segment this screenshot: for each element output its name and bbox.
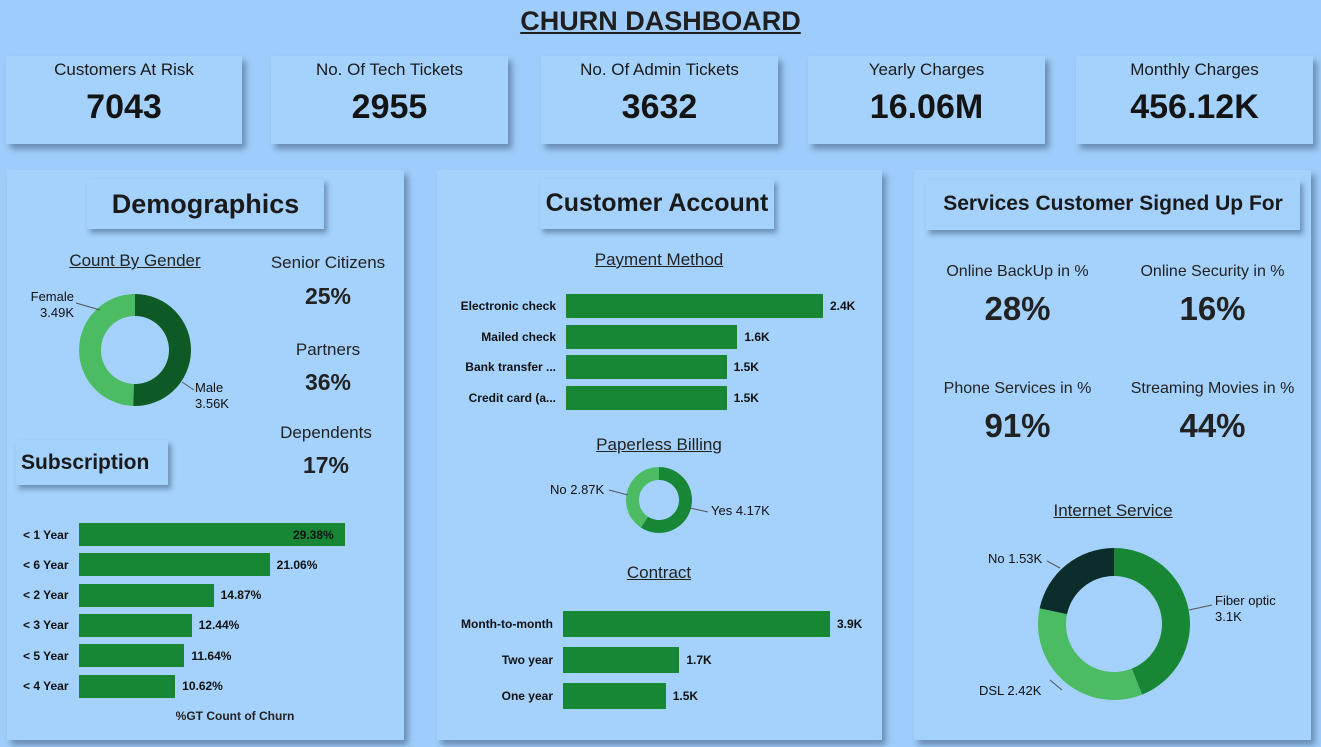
kpi-label: No. Of Tech Tickets (315, 60, 464, 79)
bar-value-label: 11.64% (191, 648, 232, 663)
bar-value-label: 3.9K (837, 617, 863, 631)
internet-dsl-label: DSL 2.42K (979, 683, 1042, 698)
bar-category-label: Month-to-month (461, 617, 553, 631)
fiber-label: Fiber optic (1215, 593, 1276, 608)
male-data-label: Male 3.56K (195, 380, 229, 412)
kpi-card-customers-at-risk[interactable]: Customers At Risk 7043 (6, 56, 242, 144)
bar[interactable] (79, 583, 214, 607)
bar-value-label: 1.5K (672, 689, 699, 703)
bar-value-label: 14.87% (220, 588, 262, 603)
phone-services-value: 91% (984, 407, 1051, 444)
kpi-value: 7043 (86, 88, 162, 126)
bar-category-label: Electronic check (460, 299, 556, 313)
kpi-label: No. Of Admin Tickets (580, 60, 739, 79)
paperless-no-label: No 2.87K (550, 482, 605, 497)
streaming-movies-label: Streaming Movies in % (1130, 380, 1295, 397)
bar-value-label: 1.7K (686, 653, 712, 667)
bar[interactable] (79, 613, 192, 637)
bar[interactable] (566, 324, 738, 349)
bar[interactable] (563, 647, 680, 673)
phone-services-label: Phone Services in % (943, 380, 1092, 397)
kpi-value: 456.12K (1130, 88, 1259, 126)
female-label: Female (30, 289, 74, 304)
streaming-movies-value: 44% (1179, 407, 1246, 444)
partners-label: Partners (295, 340, 361, 359)
male-value: 3.56K (195, 396, 229, 411)
bar-value-label: 12.44% (198, 618, 240, 633)
dependents-value: 17% (302, 452, 350, 478)
dependents-label: Dependents (280, 423, 372, 442)
gender-chart-title: Count By Gender (69, 251, 201, 270)
female-data-label: Female 3.49K (22, 289, 74, 321)
kpi-card-admin-tickets[interactable]: No. Of Admin Tickets 3632 (541, 56, 778, 144)
kpi-label: Customers At Risk (54, 60, 194, 79)
services-header: Services Customer Signed Up For (926, 180, 1300, 230)
bar-category-label: Bank transfer ... (465, 360, 556, 374)
bar-value-label: 1.5K (733, 390, 759, 405)
payment-method-title: Payment Method (594, 250, 724, 269)
bar[interactable] (563, 683, 666, 709)
internet-no-label: No 1.53K (988, 551, 1043, 566)
male-label: Male (195, 380, 224, 395)
customer-account-header: Customer Account (540, 179, 774, 229)
online-backup-label: Online BackUp in % (946, 263, 1089, 280)
partners-value: 36% (304, 369, 352, 395)
contract-title: Contract (626, 563, 692, 582)
bar-value-label: 29.38% (293, 527, 334, 542)
kpi-card-tech-tickets[interactable]: No. Of Tech Tickets 2955 (271, 56, 508, 144)
bar-value-label: 1.6K (744, 329, 770, 344)
kpi-card-yearly-charges[interactable]: Yearly Charges 16.06M (808, 56, 1045, 144)
bar[interactable] (566, 385, 727, 410)
paperless-billing-title: Paperless Billing (596, 435, 722, 454)
senior-citizens-value: 25% (304, 283, 352, 309)
bar[interactable] (566, 355, 727, 379)
bar-category-label: Credit card (a... (468, 390, 556, 405)
bar[interactable] (566, 294, 823, 318)
female-value: 3.49K (40, 305, 74, 320)
kpi-label: Yearly Charges (868, 60, 985, 79)
online-backup-value: 28% (984, 290, 1051, 327)
kpi-label: Monthly Charges (1130, 60, 1259, 79)
internet-service-title: Internet Service (1053, 501, 1173, 520)
bar-value-label: 10.62% (182, 679, 223, 693)
bar[interactable] (79, 674, 176, 698)
demographics-header: Demographics (87, 179, 324, 229)
internet-fiber-label: Fiber optic 3.1K (1215, 593, 1276, 625)
bar-category-label: One year (501, 689, 553, 703)
services-panel (914, 170, 1311, 740)
bar-category-label: Mailed check (481, 329, 556, 344)
online-security-label: Online Security in % (1140, 263, 1285, 280)
bar[interactable] (79, 553, 270, 577)
subscription-axis-label: %GT Count of Churn (175, 709, 295, 723)
kpi-value: 16.06M (869, 88, 984, 126)
bar[interactable] (563, 611, 830, 637)
bar-value-label: 2.4K (830, 299, 856, 313)
bar-category-label: Two year (501, 653, 553, 667)
subscription-header: Subscription (16, 440, 168, 485)
kpi-value: 2955 (351, 88, 428, 126)
bar-value-label: 21.06% (276, 557, 318, 572)
internet-service-donut-chart (1038, 548, 1213, 701)
online-security-value: 16% (1179, 290, 1246, 327)
paperless-yes-label: Yes 4.17K (711, 503, 770, 518)
senior-citizens-label: Senior Citizens (270, 253, 386, 272)
bar-value-label: 1.5K (733, 360, 759, 374)
kpi-value: 3632 (621, 88, 698, 126)
fiber-value: 3.1K (1215, 609, 1242, 624)
bar[interactable] (79, 644, 185, 668)
kpi-card-monthly-charges[interactable]: Monthly Charges 456.12K (1076, 56, 1313, 144)
dashboard-title: CHURN DASHBOARD (520, 6, 801, 36)
